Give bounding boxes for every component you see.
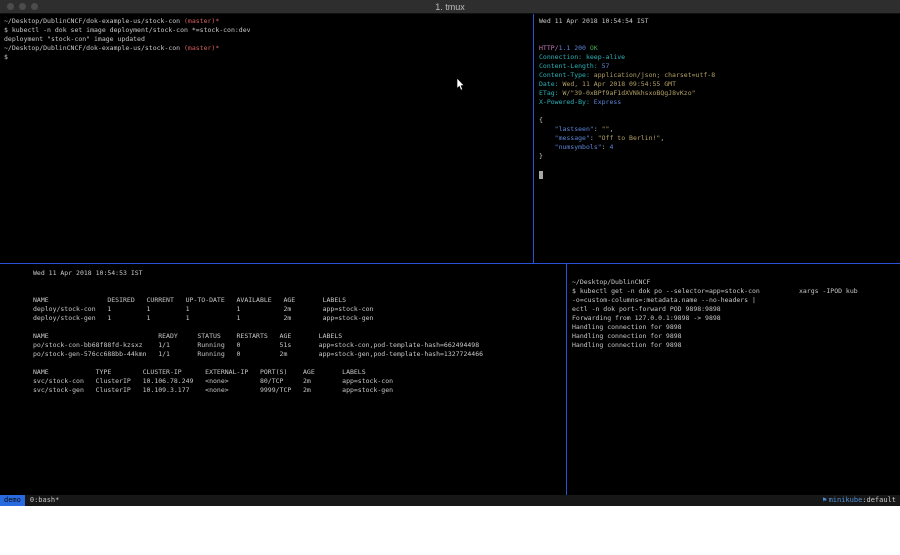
terminal-line: svc/stock-con ClusterIP 10.106.78.249 <n…: [33, 377, 566, 386]
pane-top-right-http[interactable]: Wed 11 Apr 2018 10:54:54 IST HTTP/1.1 20…: [534, 14, 900, 263]
terminal-line: [539, 161, 900, 170]
window-titlebar[interactable]: 1. tmux: [0, 0, 900, 14]
terminal-line: ~/Desktop/DublinCNCF: [572, 278, 900, 287]
close-button[interactable]: [7, 3, 14, 10]
kube-namespace-label: :default: [862, 495, 896, 506]
terminal-line: HTTP/1.1 200 OK: [539, 44, 900, 53]
window-title: 1. tmux: [435, 2, 465, 12]
terminal-line: "lastseen": "",: [539, 125, 900, 134]
terminal-line: [33, 278, 566, 287]
terminal-line: Wed 11 Apr 2018 10:54:54 IST: [539, 17, 900, 26]
terminal-line: [33, 359, 566, 368]
terminal-line: NAME TYPE CLUSTER-IP EXTERNAL-IP PORT(S)…: [33, 368, 566, 377]
terminal-line: $: [4, 53, 531, 62]
window-label[interactable]: 0:bash*: [30, 495, 60, 506]
terminal-line: ~/Desktop/DublinCNCF/dok-example-us/stoc…: [4, 44, 531, 53]
terminal-line: NAME DESIRED CURRENT UP-TO-DATE AVAILABL…: [33, 296, 566, 305]
bottom-pane-row: Wed 11 Apr 2018 10:54:53 IST NAME DESIRE…: [0, 264, 900, 495]
terminal-line: svc/stock-gen ClusterIP 10.109.3.177 <no…: [33, 386, 566, 395]
traffic-lights: [7, 0, 38, 13]
terminal-line: ~/Desktop/DublinCNCF/dok-example-us/stoc…: [4, 17, 531, 26]
page-background: [0, 506, 900, 555]
terminal-line: Handling connection for 9898: [572, 341, 900, 350]
terminal-line: [539, 35, 900, 44]
tmux-status-bar: demo 0:bash* ⚑ minikube :default: [0, 495, 900, 506]
screenshot-root: 1. tmux ~/Desktop/DublinCNCF/dok-example…: [0, 0, 900, 555]
terminal-line: NAME READY STATUS RESTARTS AGE LABELS: [33, 332, 566, 341]
flag-icon: ⚑: [822, 495, 826, 506]
terminal-line: -o=custom-columns=:metadata.name --no-he…: [572, 296, 900, 305]
session-name-chip[interactable]: demo: [0, 495, 25, 506]
terminal-line: po/stock-gen-576cc688bb-44kmn 1/1 Runnin…: [33, 350, 566, 359]
tmux-panes: ~/Desktop/DublinCNCF/dok-example-us/stoc…: [0, 14, 900, 495]
terminal-line: Handling connection for 9898: [572, 332, 900, 341]
top-pane-row: ~/Desktop/DublinCNCF/dok-example-us/stoc…: [0, 14, 900, 263]
terminal-line: deploy/stock-gen 1 1 1 1 2m app=stock-ge…: [33, 314, 566, 323]
terminal-line: Forwarding from 127.0.0.1:9898 -> 9898: [572, 314, 900, 323]
terminal-line: ectl -n dok port-forward POD 9898:9898: [572, 305, 900, 314]
terminal-line: deployment "stock-con" image updated: [4, 35, 531, 44]
terminal-line: Content-Length: 57: [539, 62, 900, 71]
terminal-line: deploy/stock-con 1 1 1 1 2m app=stock-co…: [33, 305, 566, 314]
zoom-button[interactable]: [31, 3, 38, 10]
terminal-line: Date: Wed, 11 Apr 2018 09:54:55 GMT: [539, 80, 900, 89]
terminal-line: Handling connection for 9898: [572, 323, 900, 332]
terminal-line: [33, 323, 566, 332]
terminal-line: $ kubectl -n dok set image deployment/st…: [4, 26, 531, 35]
terminal-line: po/stock-con-bb68f88fd-kzsxz 1/1 Running…: [33, 341, 566, 350]
text-cursor: [539, 171, 543, 179]
terminal-line: [33, 287, 566, 296]
terminal-line: Connection: keep-alive: [539, 53, 900, 62]
terminal-line: $ kubectl get -n dok po --selector=app=s…: [572, 287, 900, 296]
terminal-line: X-Powered-By: Express: [539, 98, 900, 107]
terminal-line: [539, 170, 900, 179]
terminal-line: {: [539, 116, 900, 125]
pane-top-left-shell[interactable]: ~/Desktop/DublinCNCF/dok-example-us/stoc…: [0, 14, 533, 263]
minimize-button[interactable]: [19, 3, 26, 10]
terminal-line: [539, 26, 900, 35]
terminal-line: [572, 269, 900, 278]
terminal-line: Content-Type: application/json; charset=…: [539, 71, 900, 80]
pane-bottom-right-port-forward[interactable]: ~/Desktop/DublinCNCF$ kubectl get -n dok…: [567, 264, 900, 495]
terminal-line: [539, 107, 900, 116]
terminal-line: ETag: W/"39-0xBPf9aF1dXVNkhsxoBQgJ8vKzo": [539, 89, 900, 98]
kube-context-label: minikube: [829, 495, 863, 506]
terminal-window: 1. tmux ~/Desktop/DublinCNCF/dok-example…: [0, 0, 900, 506]
pane-bottom-left-kubectl-get[interactable]: Wed 11 Apr 2018 10:54:53 IST NAME DESIRE…: [0, 264, 566, 495]
terminal-line: }: [539, 152, 900, 161]
terminal-line: "numsymbols": 4: [539, 143, 900, 152]
terminal-line: "message": "Off to Berlin!",: [539, 134, 900, 143]
mouse-cursor: [456, 78, 465, 91]
terminal-line: Wed 11 Apr 2018 10:54:53 IST: [33, 269, 566, 278]
